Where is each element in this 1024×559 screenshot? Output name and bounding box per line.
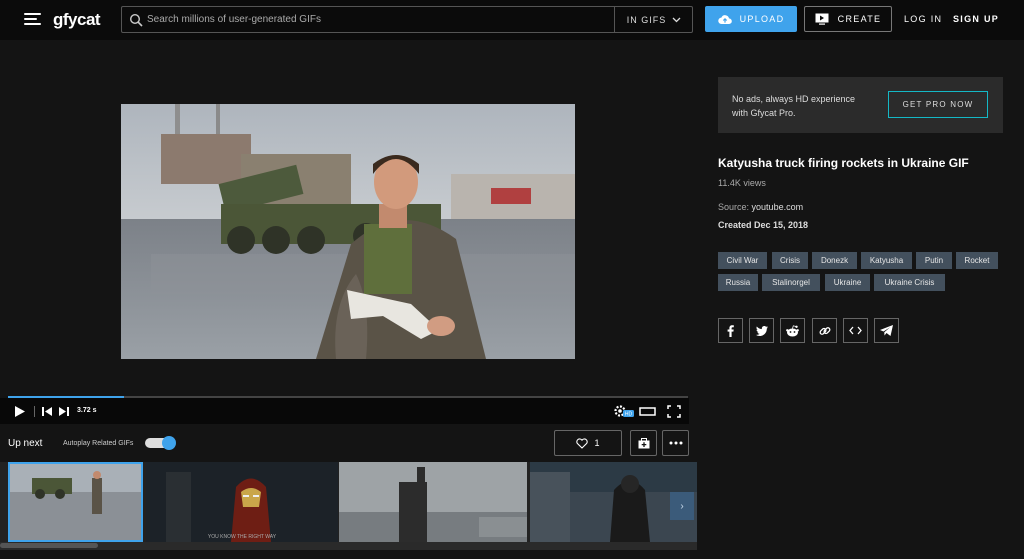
- source-link[interactable]: youtube.com: [752, 202, 804, 212]
- create-label: CREATE: [837, 14, 882, 24]
- heart-icon: [576, 437, 589, 449]
- search-input[interactable]: [147, 7, 627, 32]
- tag-ukraine[interactable]: Ukraine: [825, 274, 870, 291]
- menu-icon[interactable]: [24, 13, 41, 26]
- twitter-icon: [755, 325, 768, 336]
- tag-rocket[interactable]: Rocket: [956, 252, 998, 269]
- thumbnail-image-1: [10, 464, 141, 540]
- tag-russia[interactable]: Russia: [718, 274, 758, 291]
- horizontal-scrollbar[interactable]: [0, 542, 697, 550]
- thumbnail-item[interactable]: YOU KNOW THE RIGHT WAY: [146, 462, 338, 542]
- upload-button[interactable]: UPLOAD: [705, 6, 797, 32]
- search-bar: IN GIFS: [121, 6, 693, 33]
- search-scope-label: IN GIFS: [626, 14, 667, 25]
- control-divider: [34, 406, 35, 417]
- add-to-collection-button[interactable]: [630, 430, 657, 456]
- link-icon: [819, 326, 830, 335]
- created-date: Created Dec 15, 2018: [718, 220, 809, 230]
- autoplay-toggle-knob: [162, 436, 176, 450]
- theater-mode-icon[interactable]: [639, 407, 656, 416]
- create-button[interactable]: CREATE: [804, 6, 892, 32]
- view-count: 11.4K views: [718, 178, 766, 188]
- tag-crisis[interactable]: Crisis: [772, 252, 808, 269]
- autoplay-label: Autoplay Related GIFs: [63, 440, 134, 447]
- facebook-icon: [727, 324, 734, 337]
- like-button[interactable]: 1: [554, 430, 622, 456]
- thumbnail-caption: YOU KNOW THE RIGHT WAY: [208, 534, 277, 540]
- like-count: 1: [594, 438, 600, 448]
- settings-icon[interactable]: HD: [613, 404, 635, 418]
- time-display: 3.72 s: [77, 407, 97, 414]
- up-next-label: Up next: [8, 438, 43, 449]
- video-still: [121, 104, 575, 359]
- source-label: Source:: [718, 202, 750, 212]
- play-icon[interactable]: [15, 406, 25, 417]
- pro-promo: No ads, always HD experience with Gfycat…: [718, 77, 1003, 133]
- add-to-collection-icon: [638, 437, 649, 448]
- hd-badge: HD: [625, 412, 633, 418]
- tag-stalinorgel[interactable]: Stalinorgel: [762, 274, 820, 291]
- signup-link[interactable]: SIGN UP: [953, 14, 999, 24]
- search-scope-dropdown[interactable]: IN GIFS: [614, 7, 693, 32]
- get-pro-button[interactable]: GET PRO NOW: [888, 91, 988, 118]
- thumbnail-image-2: YOU KNOW THE RIGHT WAY: [146, 462, 338, 542]
- reddit-icon: [786, 324, 799, 336]
- chevron-right-icon: ›: [680, 500, 684, 512]
- thumbnail-image-3: [339, 462, 527, 542]
- more-options-button[interactable]: [662, 430, 689, 456]
- create-icon: [815, 13, 829, 25]
- tag-katyusha[interactable]: Katyusha: [861, 252, 912, 269]
- share-reddit-button[interactable]: [780, 318, 805, 343]
- fullscreen-icon[interactable]: [667, 405, 681, 418]
- autoplay-toggle[interactable]: [145, 436, 176, 450]
- video-player: 3.72 s HD: [0, 40, 697, 424]
- upload-label: UPLOAD: [739, 14, 785, 24]
- cloud-upload-icon: [717, 14, 732, 24]
- chevron-down-icon: [672, 17, 681, 22]
- share-embed-button[interactable]: [843, 318, 868, 343]
- telegram-icon: [880, 325, 893, 336]
- next-frame-icon[interactable]: [59, 407, 69, 416]
- video-frame[interactable]: [121, 104, 575, 359]
- search-icon[interactable]: [129, 13, 143, 27]
- share-telegram-button[interactable]: [874, 318, 899, 343]
- embed-icon: [849, 326, 862, 335]
- tag-ukraine-crisis[interactable]: Ukraine Crisis: [874, 274, 945, 291]
- thumbnail-item[interactable]: [8, 462, 143, 542]
- up-next-bar: Up next Autoplay Related GIFs 1: [0, 423, 697, 463]
- player-controls: 3.72 s HD: [0, 398, 689, 424]
- share-link-button[interactable]: [812, 318, 837, 343]
- more-dots-icon: [669, 441, 682, 445]
- thumbnail-item[interactable]: [339, 462, 527, 542]
- logo[interactable]: gfycat: [53, 10, 101, 30]
- share-facebook-button[interactable]: [718, 318, 743, 343]
- up-next-thumbnails: YOU KNOW THE RIGHT WAY ›: [0, 462, 697, 542]
- share-twitter-button[interactable]: [749, 318, 774, 343]
- tag-civil-war[interactable]: Civil War: [718, 252, 767, 269]
- tag-donezk[interactable]: Donezk: [812, 252, 857, 269]
- source-line: Source: youtube.com: [718, 202, 803, 212]
- horizontal-scrollbar-thumb[interactable]: [0, 543, 98, 548]
- previous-frame-icon[interactable]: [42, 407, 52, 416]
- gif-title: Katyusha truck firing rockets in Ukraine…: [718, 156, 969, 170]
- thumbnails-scroll-right[interactable]: ›: [670, 492, 694, 520]
- pro-promo-text: No ads, always HD experience with Gfycat…: [732, 94, 856, 118]
- login-link[interactable]: LOG IN: [904, 14, 942, 24]
- top-bar: gfycat IN GIFS UPLOAD CREATE LOG IN SIGN…: [0, 0, 1024, 40]
- tag-putin[interactable]: Putin: [916, 252, 952, 269]
